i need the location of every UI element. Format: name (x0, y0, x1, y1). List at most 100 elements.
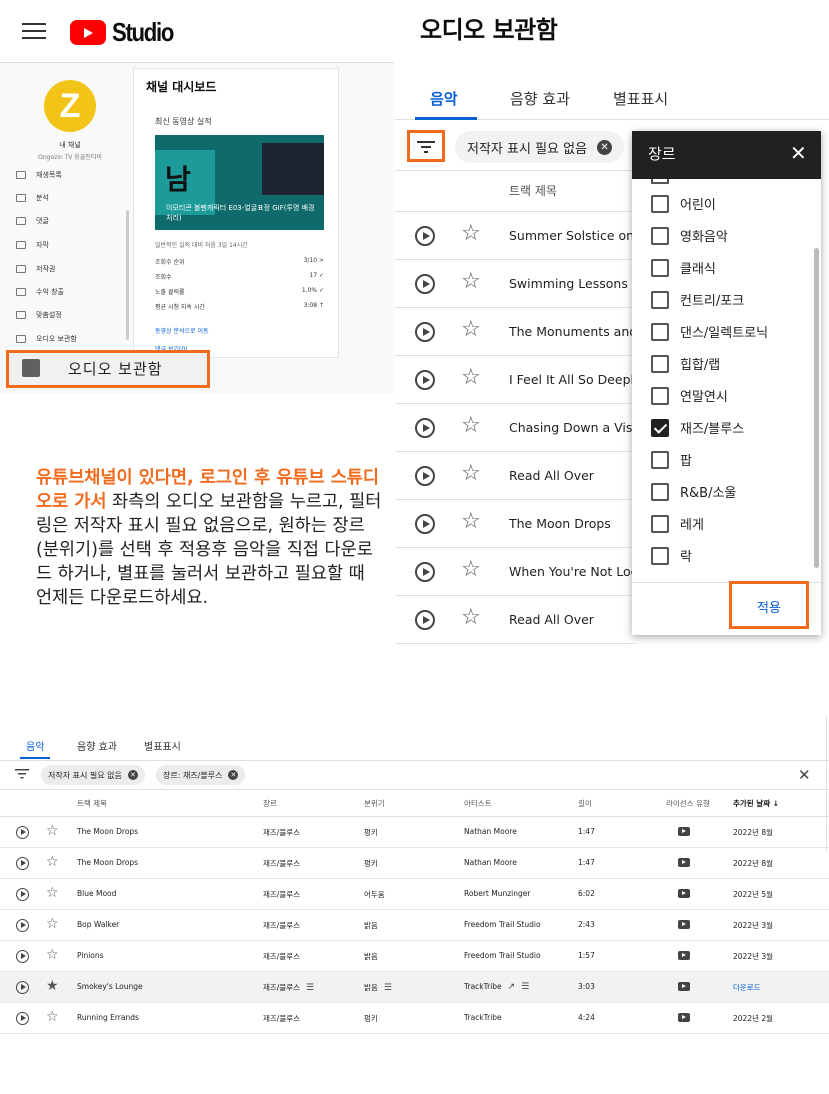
close-icon[interactable]: ✕ (597, 139, 613, 155)
column-genre[interactable]: 장르 (263, 798, 277, 809)
track-row[interactable]: ☆ Swimming Lessons (395, 260, 635, 308)
filter-chip-attribution[interactable]: 저작자 표시 필요 없음 ✕ (41, 765, 145, 785)
sidebar-item[interactable]: 분석 (16, 193, 49, 203)
star-icon[interactable]: ☆ (461, 222, 481, 246)
play-icon[interactable] (415, 562, 435, 582)
star-icon[interactable]: ☆ (46, 1009, 59, 1025)
star-icon[interactable]: ☆ (461, 462, 481, 486)
play-icon[interactable] (16, 1012, 29, 1025)
sidebar-item-audio-library[interactable]: 오디오 보관함 (16, 334, 77, 344)
checkbox[interactable] (651, 354, 669, 373)
checkbox[interactable] (651, 258, 669, 277)
play-icon[interactable] (16, 981, 29, 994)
studio-logo[interactable]: Studio (70, 17, 184, 48)
genre-option[interactable]: 어린이 (651, 194, 716, 213)
genre-option[interactable]: 영화음악 (651, 226, 728, 245)
tab-starred[interactable]: 별표표시 (613, 88, 668, 109)
tab-music[interactable]: 음악 (430, 88, 458, 109)
column-artist[interactable]: 아티스트 (464, 798, 492, 809)
column-date-added[interactable]: 추가된 날짜 ↓ (733, 798, 779, 809)
track-row[interactable]: ☆ When You're Not Look (395, 548, 635, 596)
tab-music[interactable]: 음악 (26, 738, 44, 753)
checkbox[interactable] (651, 546, 669, 565)
checkbox[interactable] (651, 322, 669, 341)
video-analytics-link[interactable]: 동영상 분석으로 이동 (155, 326, 209, 335)
play-icon[interactable] (415, 610, 435, 630)
star-icon[interactable]: ☆ (46, 823, 59, 839)
track-row[interactable]: ☆ Summer Solstice on t (395, 212, 635, 260)
table-row[interactable]: ☆ Bop Walker 재즈/블루스 밝음 Freedom Trail Studio 2… (0, 910, 829, 941)
checkbox[interactable] (651, 514, 669, 533)
filter-button[interactable] (407, 130, 445, 162)
star-icon[interactable]: ☆ (46, 916, 59, 932)
sidebar-item[interactable]: 저작권 (16, 264, 55, 274)
apply-button[interactable]: 적용 (729, 597, 809, 616)
genre-option[interactable]: 컨트리/포크 (651, 290, 744, 309)
star-icon[interactable]: ☆ (461, 270, 481, 294)
star-icon[interactable]: ☆ (461, 510, 481, 534)
track-row[interactable]: ☆ The Moon Drops (395, 500, 635, 548)
sidebar-item[interactable]: 댓글 (16, 216, 49, 226)
clear-filters-icon[interactable]: ✕ (798, 766, 811, 784)
genre-option[interactable]: R&B/소울 (651, 482, 736, 501)
column-mood[interactable]: 분위기 (364, 798, 385, 809)
avatar[interactable]: Z (44, 80, 96, 132)
checkbox[interactable] (651, 194, 669, 213)
star-icon[interactable]: ★ (46, 978, 59, 994)
table-row[interactable]: ☆ Blue Mood 재즈/블루스 어두움 Robert Munzinger 6:02 2… (0, 879, 829, 910)
star-icon[interactable]: ☆ (46, 854, 59, 870)
genre-option[interactable]: 댄스/일렉트로닉 (651, 322, 768, 341)
close-icon[interactable]: ✕ (790, 143, 807, 163)
genre-scrollbar[interactable] (814, 248, 819, 568)
track-row[interactable]: ☆ The Monuments and (395, 308, 635, 356)
play-icon[interactable] (16, 950, 29, 963)
checkbox[interactable] (651, 482, 669, 501)
checkbox[interactable] (651, 386, 669, 405)
star-icon[interactable]: ☆ (461, 414, 481, 438)
sidebar-scrollbar[interactable] (126, 210, 129, 340)
play-icon[interactable] (415, 466, 435, 486)
filter-icon[interactable]: ☰ (521, 982, 529, 992)
checkbox[interactable] (651, 450, 669, 469)
close-icon[interactable]: ✕ (127, 770, 138, 780)
checkbox[interactable] (651, 418, 669, 437)
close-icon[interactable]: ✕ (228, 770, 239, 780)
star-icon[interactable]: ☆ (461, 606, 481, 630)
track-row[interactable]: ☆ I Feel It All So Deeply (395, 356, 635, 404)
star-icon[interactable]: ☆ (461, 318, 481, 342)
genre-option[interactable]: 클래식 (651, 258, 716, 277)
track-row[interactable]: ☆ Read All Over (395, 596, 635, 644)
table-row[interactable]: ☆ The Moon Drops 재즈/블루스 펑키 Nathan Moore 1:47 2… (0, 848, 829, 879)
sidebar-item[interactable]: 자막 (16, 240, 49, 250)
star-icon[interactable]: ☆ (461, 558, 481, 582)
table-row[interactable]: ☆ Running Errands 재즈/블루스 펑키 TrackTribe 4:24 20… (0, 1003, 829, 1034)
table-row[interactable]: ☆ The Moon Drops 재즈/블루스 펑키 Nathan Moore 1:47 2… (0, 817, 829, 848)
filter-icon[interactable]: ☰ (306, 983, 314, 993)
play-icon[interactable] (16, 826, 29, 839)
play-icon[interactable] (415, 418, 435, 438)
table-row[interactable]: ★ Smokey's Lounge 재즈/블루스 ☰ 밝음 ☰ TrackTribe ↗ ☰ 3:… (0, 972, 829, 1003)
sidebar-item[interactable]: 맞춤설정 (16, 310, 62, 320)
track-row[interactable]: ☆ Chasing Down a Visio (395, 404, 635, 452)
play-icon[interactable] (415, 274, 435, 294)
menu-icon[interactable] (22, 22, 46, 40)
play-icon[interactable] (16, 888, 29, 901)
tab-sound-effects[interactable]: 음향 효과 (510, 88, 570, 109)
filter-icon[interactable]: ☰ (384, 983, 392, 993)
star-icon[interactable]: ☆ (46, 947, 59, 963)
tab-sound-effects[interactable]: 음향 효과 (77, 738, 117, 753)
filter-chip[interactable]: 저작자 표시 필요 없음 ✕ (455, 131, 625, 163)
play-icon[interactable] (415, 322, 435, 342)
genre-option[interactable]: 재즈/블루스 (651, 418, 744, 437)
column-license[interactable]: 라이선스 유형 (666, 798, 710, 809)
play-icon[interactable] (415, 514, 435, 534)
play-icon[interactable] (415, 226, 435, 246)
genre-option[interactable]: 힙합/랩 (651, 354, 720, 373)
column-length[interactable]: 길이 (578, 798, 592, 809)
checkbox[interactable] (651, 226, 669, 245)
play-icon[interactable] (16, 857, 29, 870)
column-track-title[interactable]: 트랙 제목 (77, 798, 107, 809)
genre-option[interactable]: 레게 (651, 514, 704, 533)
track-row[interactable]: ☆ Read All Over (395, 452, 635, 500)
genre-option[interactable]: 연말연시 (651, 386, 728, 405)
